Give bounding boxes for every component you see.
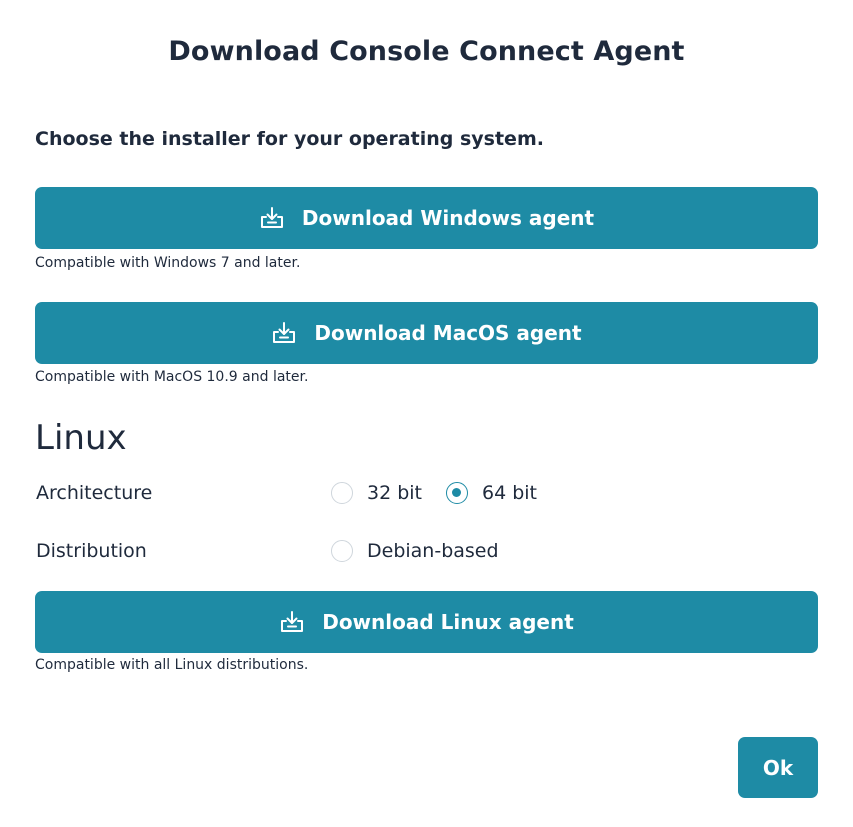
radio-64-bit-label: 64 bit — [482, 482, 538, 504]
radio-32-bit[interactable]: 32 bit — [331, 482, 422, 504]
radio-circle-selected[interactable] — [446, 482, 468, 504]
download-windows-button[interactable]: Download Windows agent — [35, 187, 818, 249]
distribution-label: Distribution — [36, 540, 147, 562]
download-windows-label: Download Windows agent — [301, 206, 595, 230]
download-linux-button[interactable]: Download Linux agent — [35, 591, 818, 653]
linux-heading: Linux — [35, 418, 127, 458]
download-linux-label: Download Linux agent — [322, 610, 574, 634]
ok-button[interactable]: Ok — [738, 737, 818, 798]
download-macos-button[interactable]: Download MacOS agent — [35, 302, 818, 364]
radio-debian-based-label: Debian-based — [367, 540, 499, 562]
radio-circle[interactable] — [331, 482, 353, 504]
download-macos-label: Download MacOS agent — [314, 321, 582, 345]
architecture-label: Architecture — [36, 482, 153, 504]
download-icon — [271, 321, 297, 345]
radio-32-bit-label: 32 bit — [367, 482, 423, 504]
download-icon — [279, 610, 305, 634]
dialog-subtitle: Choose the installer for your operating … — [35, 128, 544, 150]
radio-circle[interactable] — [331, 540, 353, 562]
macos-compat-note: Compatible with MacOS 10.9 and later. — [35, 369, 309, 385]
linux-compat-note: Compatible with all Linux distributions. — [35, 657, 309, 673]
download-agent-dialog: Download Console Connect Agent Choose th… — [0, 0, 853, 827]
download-icon — [259, 206, 285, 230]
radio-debian-based[interactable]: Debian-based — [331, 540, 499, 562]
windows-compat-note: Compatible with Windows 7 and later. — [35, 255, 301, 271]
dialog-title: Download Console Connect Agent — [168, 36, 685, 67]
radio-64-bit[interactable]: 64 bit — [446, 482, 537, 504]
